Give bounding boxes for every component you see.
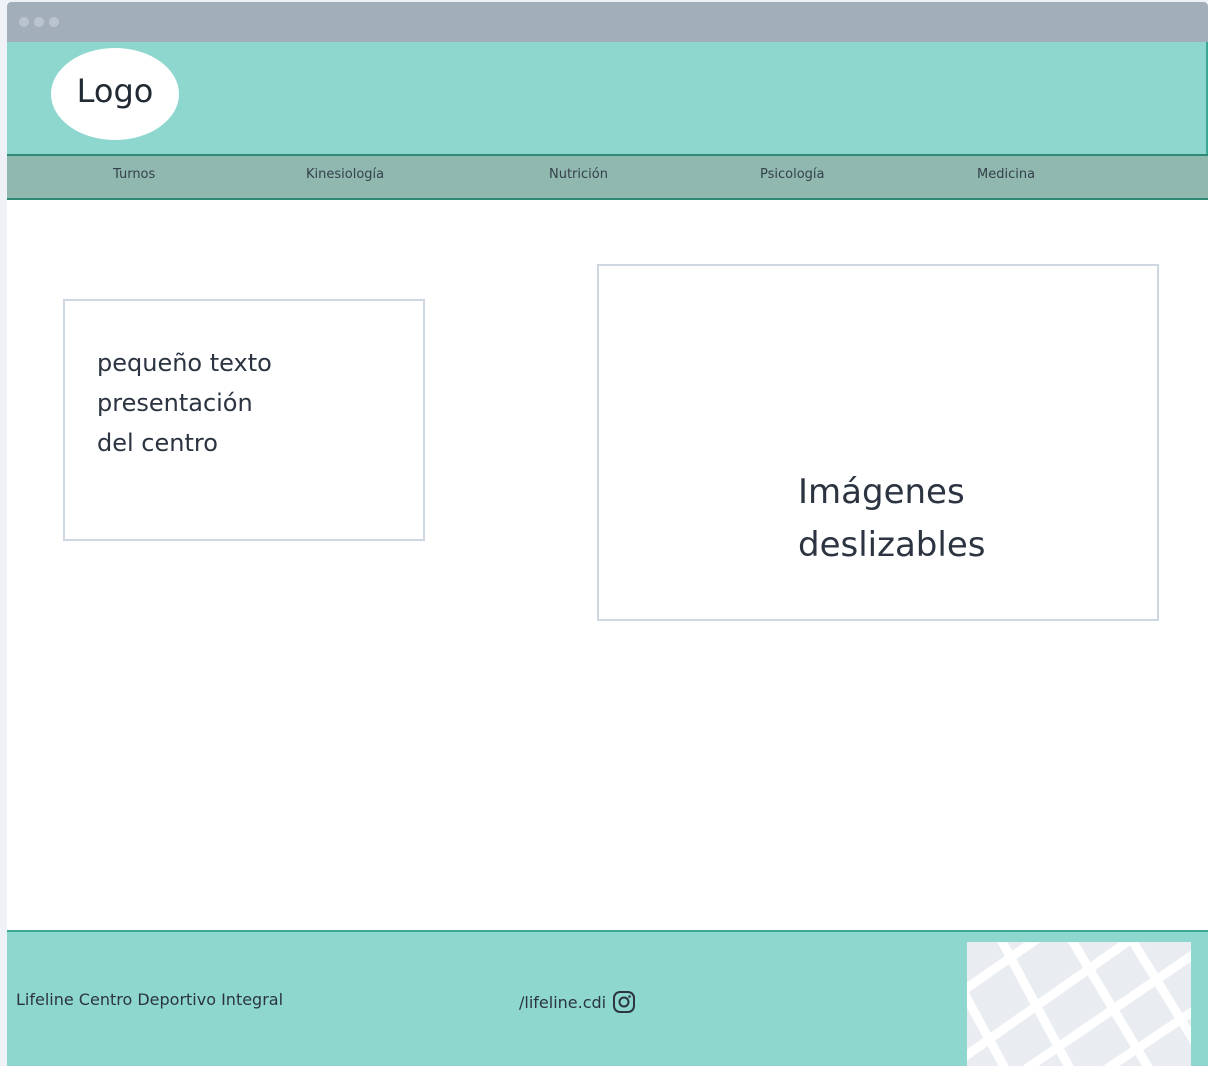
slider-placeholder-text: Imágenes deslizables [798, 472, 986, 565]
instagram-link[interactable]: /lifeline.cdi [519, 990, 636, 1014]
nav-item-turnos[interactable]: Turnos [113, 156, 155, 198]
instagram-handle: /lifeline.cdi [519, 992, 607, 1012]
footer-center-name: Lifeline Centro Deportivo Integral [16, 990, 284, 1009]
nav-item-medicina[interactable]: Medicina [977, 156, 1035, 198]
instagram-icon [613, 991, 636, 1013]
logo-text: Logo [76, 72, 154, 110]
browser-window: Logo Turnos Kinesiología Nutrición Psico… [7, 2, 1208, 1066]
nav-item-kinesiologia[interactable]: Kinesiología [306, 156, 384, 198]
intro-box: pequeño texto presentación del centro [63, 299, 425, 541]
logo[interactable]: Logo [51, 48, 179, 140]
image-slider[interactable]: Imágenes deslizables [597, 264, 1159, 621]
main-nav: Turnos Kinesiología Nutrición Psicología… [7, 154, 1208, 200]
site-header: Logo [7, 42, 1208, 154]
nav-item-nutricion[interactable]: Nutrición [549, 156, 608, 198]
site-footer: Lifeline Centro Deportivo Integral /life… [7, 930, 1208, 1066]
map-thumbnail[interactable] [967, 942, 1191, 1066]
window-close-dot[interactable] [19, 17, 29, 27]
window-minimize-dot[interactable] [34, 17, 44, 27]
nav-item-psicologia[interactable]: Psicología [760, 156, 825, 198]
window-titlebar [7, 2, 1208, 42]
intro-text: pequeño texto presentación del centro [97, 349, 272, 457]
window-maximize-dot[interactable] [49, 17, 59, 27]
map-streets [967, 942, 1191, 1066]
